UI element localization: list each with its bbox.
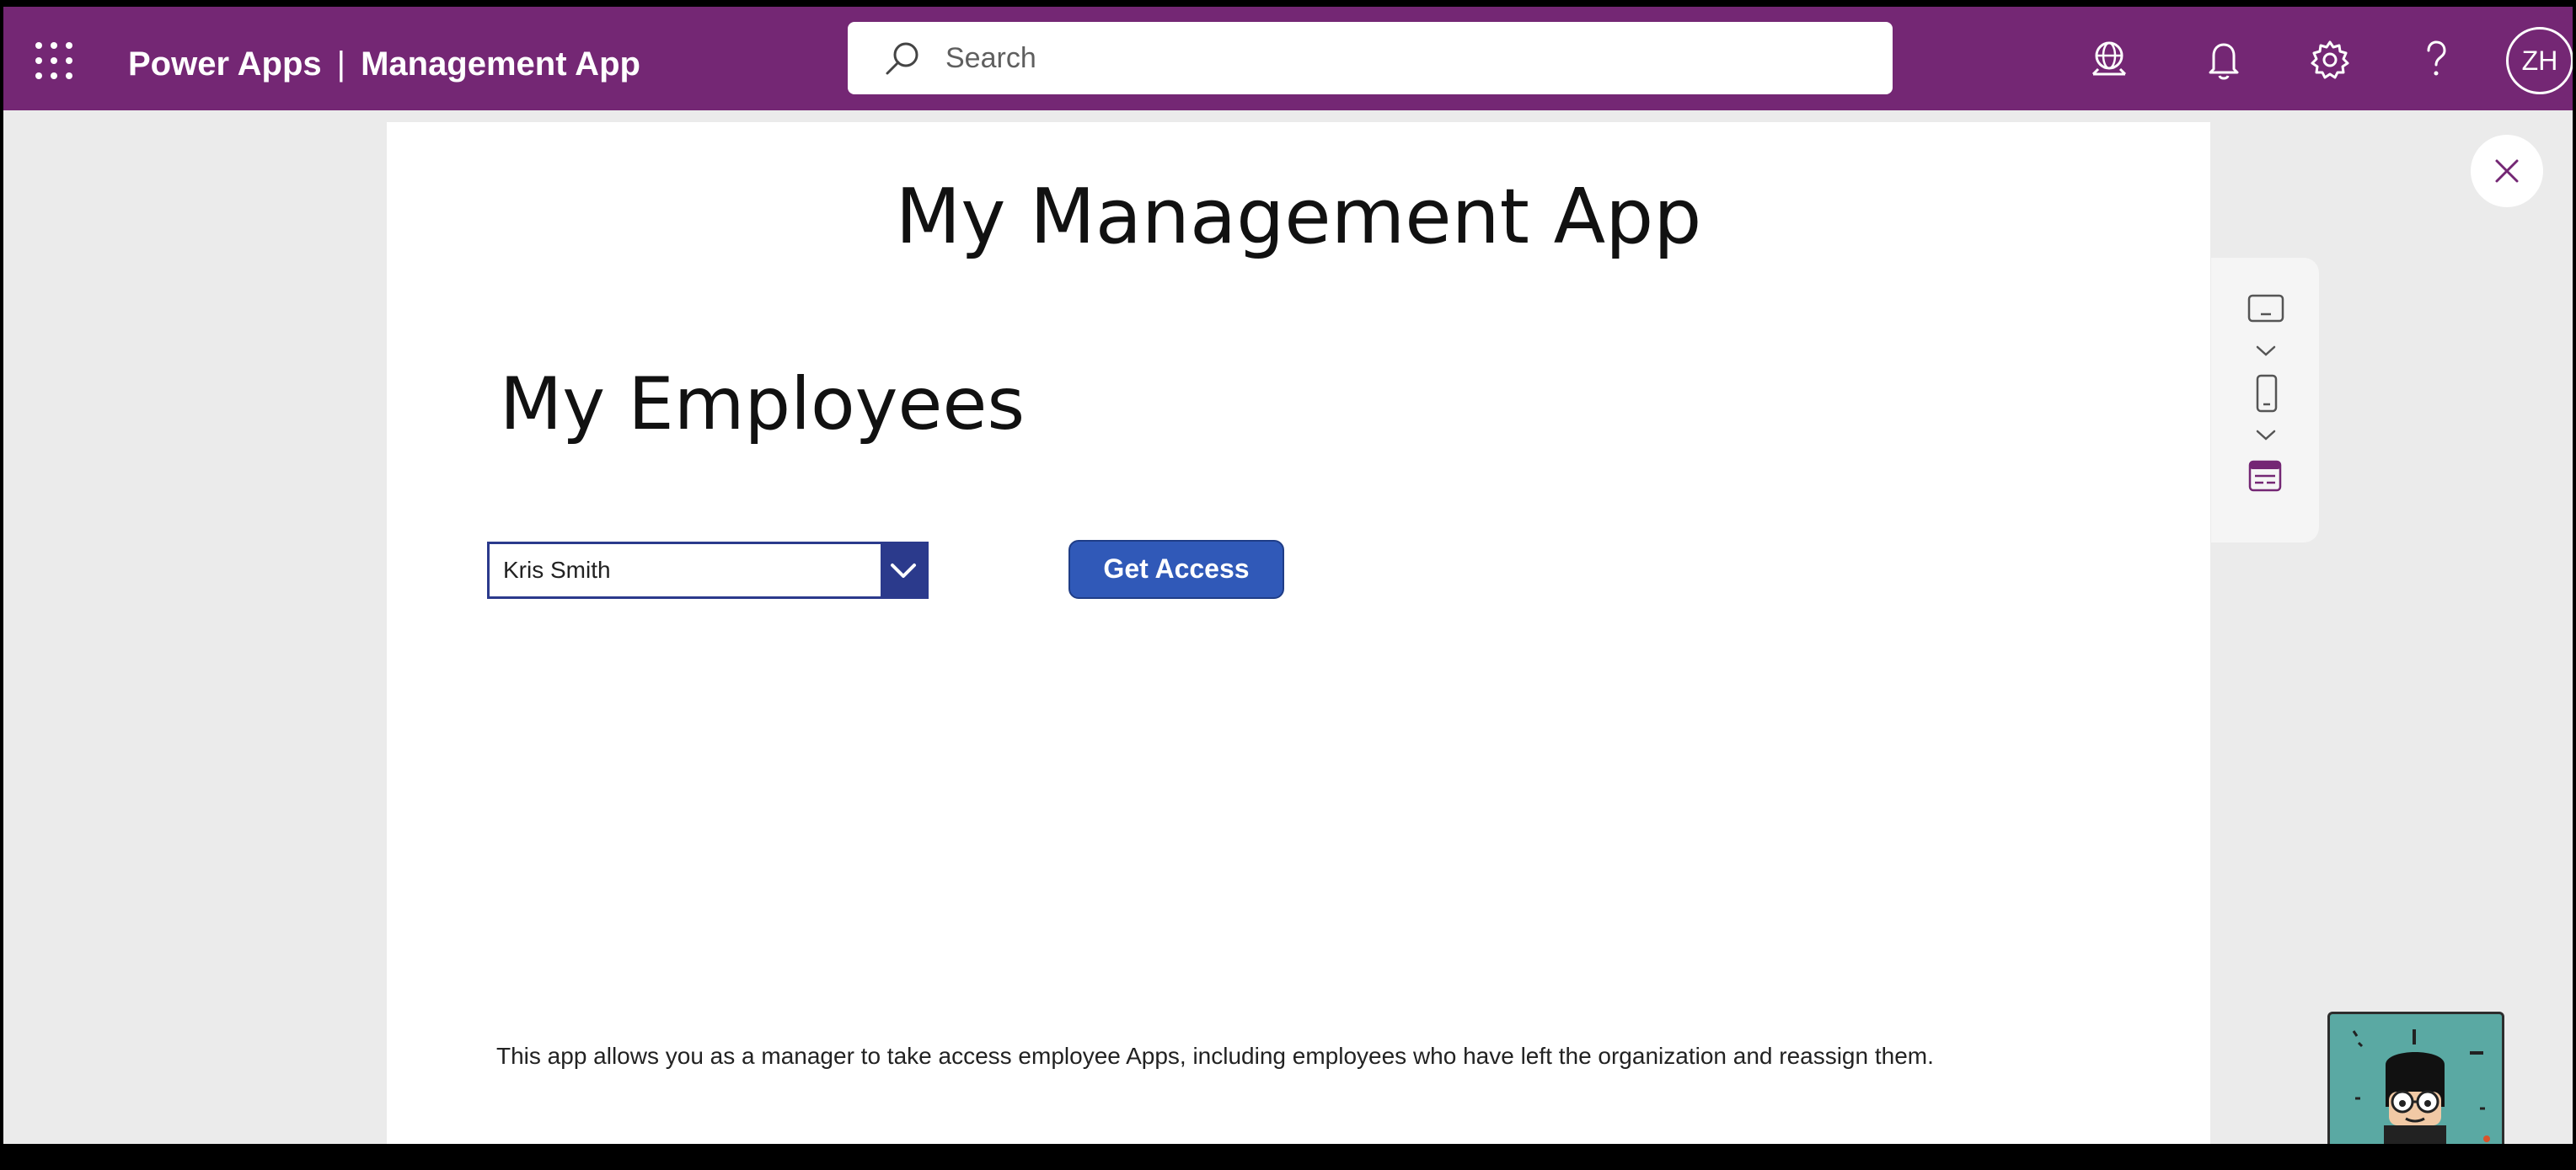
chevron-down-icon <box>891 564 916 578</box>
app-title: My Management App <box>895 173 1702 261</box>
app-window: Power Apps | Management App Search ZH My… <box>3 7 2573 1144</box>
close-button[interactable] <box>2471 135 2543 207</box>
app-description: This app allows you as a manager to take… <box>496 1043 1934 1069</box>
search-box[interactable]: Search <box>848 22 1893 94</box>
globe-icon[interactable] <box>2086 37 2132 83</box>
mascot-icon <box>2352 1029 2490 1144</box>
chevron-down-icon[interactable] <box>2253 342 2279 359</box>
search-placeholder: Search <box>945 42 1036 74</box>
bell-icon[interactable] <box>2201 37 2247 83</box>
help-icon[interactable] <box>2413 37 2459 83</box>
top-bar: Power Apps | Management App Search ZH <box>3 7 2573 110</box>
app-name: Management App <box>361 45 640 83</box>
close-icon <box>2495 159 2519 183</box>
phone-icon[interactable] <box>2255 374 2279 413</box>
product-name[interactable]: Power Apps <box>128 45 322 83</box>
section-title: My Employees <box>500 362 1026 446</box>
device-preview-panel <box>2211 258 2319 542</box>
app-brand: Power Apps | Management App <box>128 39 640 89</box>
mascot-widget <box>2327 1012 2504 1144</box>
employee-dropdown[interactable]: Kris Smith <box>487 542 929 599</box>
get-access-button[interactable]: Get Access <box>1068 540 1284 599</box>
chevron-down-icon[interactable] <box>2253 426 2279 443</box>
app-canvas: My Management App My Employees Kris Smit… <box>387 122 2210 1144</box>
screen-layout-icon[interactable] <box>2248 460 2282 492</box>
gear-icon[interactable] <box>2307 37 2353 83</box>
waffle-icon[interactable] <box>35 42 72 79</box>
search-icon <box>886 42 918 75</box>
avatar[interactable]: ZH <box>2506 27 2573 94</box>
dropdown-button[interactable] <box>881 544 926 596</box>
brand-separator: | <box>336 45 346 83</box>
employee-dropdown-value: Kris Smith <box>503 557 611 583</box>
tablet-icon[interactable] <box>2247 293 2284 323</box>
